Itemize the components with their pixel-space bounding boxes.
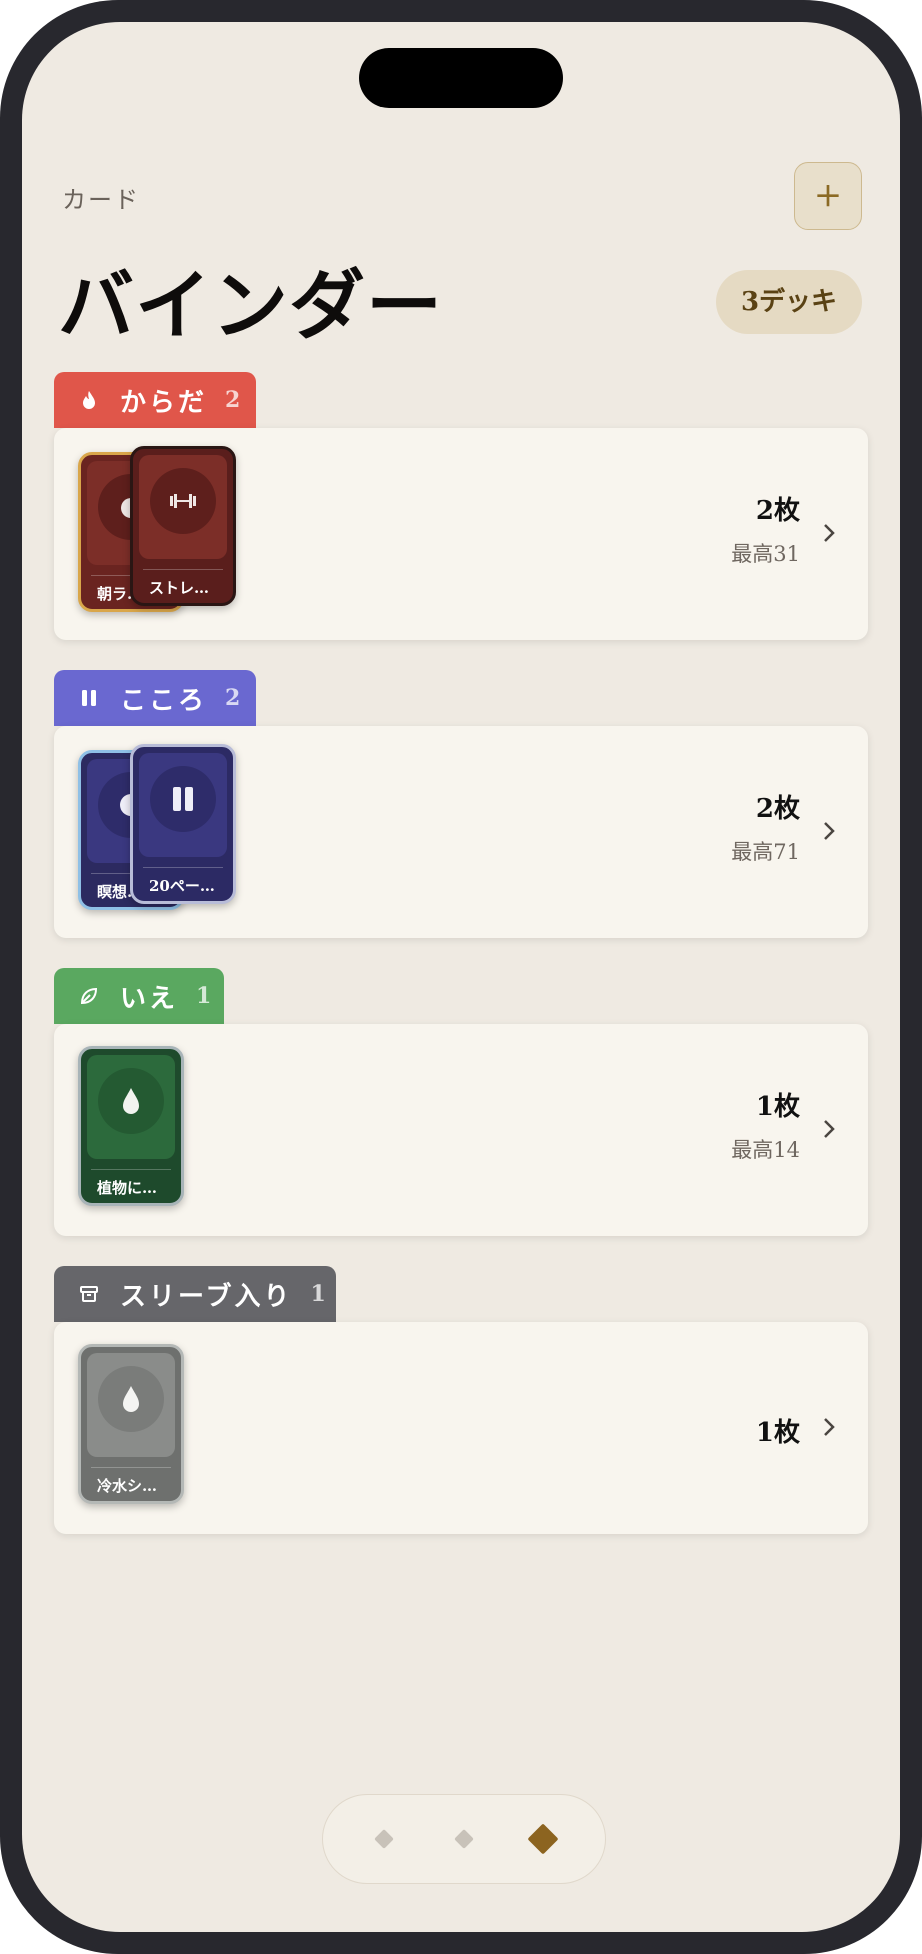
chevron-right-icon[interactable] (816, 1414, 842, 1440)
dynamic-island (359, 48, 563, 108)
card-label: ストレ… (149, 579, 210, 597)
section-count: 2 (225, 685, 244, 711)
section-tab-sleeved[interactable]: スリーブ入り 1 (54, 1266, 336, 1322)
card-label: 20ペー… (149, 877, 215, 895)
section-name: スリーブ入り (120, 1281, 293, 1312)
pause-icon (150, 766, 216, 832)
leaf-icon (78, 985, 100, 1007)
section-panel-karada[interactable]: 朝ラ… ストレ… 2枚 最高31 (54, 428, 868, 640)
page-eyebrow: カード (62, 186, 140, 214)
section-panel-sleeved[interactable]: 冷水シ… 1枚 (54, 1322, 868, 1534)
add-button[interactable]: + (794, 162, 862, 230)
section-panel-kokoro[interactable]: 瞑想… 20ペー… 2枚 最高71 (54, 726, 868, 938)
section-tab-karada[interactable]: からだ 2 (54, 372, 256, 428)
card-total: 2枚 (755, 794, 800, 824)
best-score: 最高14 (731, 1138, 800, 1162)
bottom-nav (322, 1794, 606, 1884)
section-count: 1 (310, 1281, 329, 1307)
drop-icon (98, 1366, 164, 1432)
chevron-right-icon[interactable] (816, 520, 842, 546)
card-label: 植物に… (97, 1179, 158, 1197)
best-score: 最高31 (731, 542, 800, 566)
app-screen: カード + バインダー 3デッキ からだ 2 朝ラ… ストレ… 2枚 最高31 … (22, 22, 900, 1932)
section-tab-kokoro[interactable]: こころ 2 (54, 670, 256, 726)
section-count: 2 (225, 387, 244, 413)
card-total: 2枚 (755, 496, 800, 526)
nav-diamond-3[interactable] (527, 1823, 559, 1855)
page-title: バインダー (58, 261, 443, 350)
section-tab-ie[interactable]: いえ 1 (54, 968, 224, 1024)
section-name: こころ (120, 685, 208, 716)
deck-card[interactable]: 20ペー… (130, 744, 236, 904)
deck-card[interactable]: ストレ… (130, 446, 236, 606)
card-total: 1枚 (755, 1092, 800, 1122)
section-name: からだ (120, 387, 208, 418)
nav-diamond-1[interactable] (374, 1829, 394, 1849)
chevron-right-icon[interactable] (816, 818, 842, 844)
best-score: 最高71 (731, 840, 800, 864)
nav-diamond-2[interactable] (454, 1829, 474, 1849)
dumbbell-icon (150, 468, 216, 534)
deck-card[interactable]: 植物に… (78, 1046, 184, 1206)
drop-icon (98, 1068, 164, 1134)
card-total: 1枚 (755, 1418, 800, 1448)
deck-card[interactable]: 冷水シ… (78, 1344, 184, 1504)
section-panel-ie[interactable]: 植物に… 1枚 最高14 (54, 1024, 868, 1236)
card-label: 冷水シ… (97, 1477, 158, 1495)
section-count: 1 (196, 983, 215, 1009)
pause-icon (78, 687, 100, 709)
archive-icon (78, 1283, 100, 1305)
chevron-right-icon[interactable] (816, 1116, 842, 1142)
section-name: いえ (120, 983, 179, 1014)
phone-frame: カード + バインダー 3デッキ からだ 2 朝ラ… ストレ… 2枚 最高31 … (0, 0, 922, 1954)
deck-count-badge[interactable]: 3デッキ (716, 270, 862, 334)
flame-icon (78, 389, 100, 411)
